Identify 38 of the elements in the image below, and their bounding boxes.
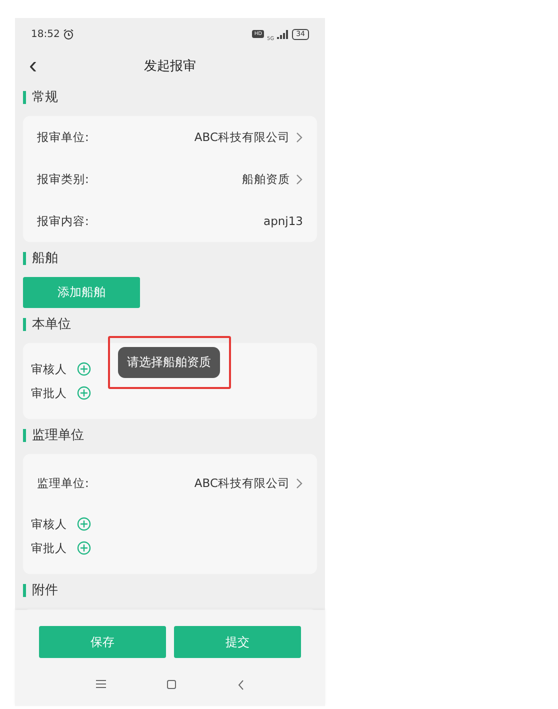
page-title: 发起报审 xyxy=(143,58,197,75)
field-label: 报审单位: xyxy=(37,130,89,144)
alarm-icon xyxy=(62,28,74,40)
section-title: 监理单位 xyxy=(32,427,84,444)
chevron-icon xyxy=(296,174,303,184)
add-icon[interactable] xyxy=(77,541,91,555)
status-time: 18:52 xyxy=(31,28,60,40)
add-icon[interactable] xyxy=(77,362,91,376)
field-label: 审核人 xyxy=(31,516,67,532)
field-label: 审批人 xyxy=(31,540,67,556)
section-title: 附件 xyxy=(32,582,58,599)
toast-message: 请选择船舶资质 xyxy=(118,347,220,378)
back-button[interactable]: ‹ xyxy=(25,54,41,78)
signal-icon xyxy=(277,30,290,38)
field-label: 审批人 xyxy=(31,386,67,400)
section-marker xyxy=(23,584,26,596)
section-marker xyxy=(23,252,26,264)
chevron-icon xyxy=(296,132,303,142)
field-label: 审核人 xyxy=(31,362,67,376)
field-label: 监理单位: xyxy=(37,476,89,490)
select-field[interactable]: ABC科技有限公司 xyxy=(194,130,303,144)
section-marker xyxy=(23,428,26,442)
section-title: 船舶 xyxy=(32,250,58,267)
section-title: 本单位 xyxy=(32,316,71,333)
field-label: 报审内容: xyxy=(37,214,89,228)
select-field[interactable]: ABC科技有限公司 xyxy=(194,476,303,490)
add-icon[interactable] xyxy=(77,386,91,400)
chevron-icon xyxy=(296,478,303,488)
back-icon[interactable] xyxy=(238,680,244,690)
home-icon[interactable] xyxy=(167,680,176,689)
field-label: 报审类别: xyxy=(37,172,89,186)
section-marker xyxy=(23,318,26,330)
section-marker xyxy=(23,90,26,104)
select-field[interactable]: 船舶资质 xyxy=(242,172,303,186)
section-title: 常规 xyxy=(32,89,58,106)
menu-icon[interactable] xyxy=(96,680,106,688)
add-icon[interactable] xyxy=(77,517,91,531)
field-value: apnj13 xyxy=(264,214,303,228)
